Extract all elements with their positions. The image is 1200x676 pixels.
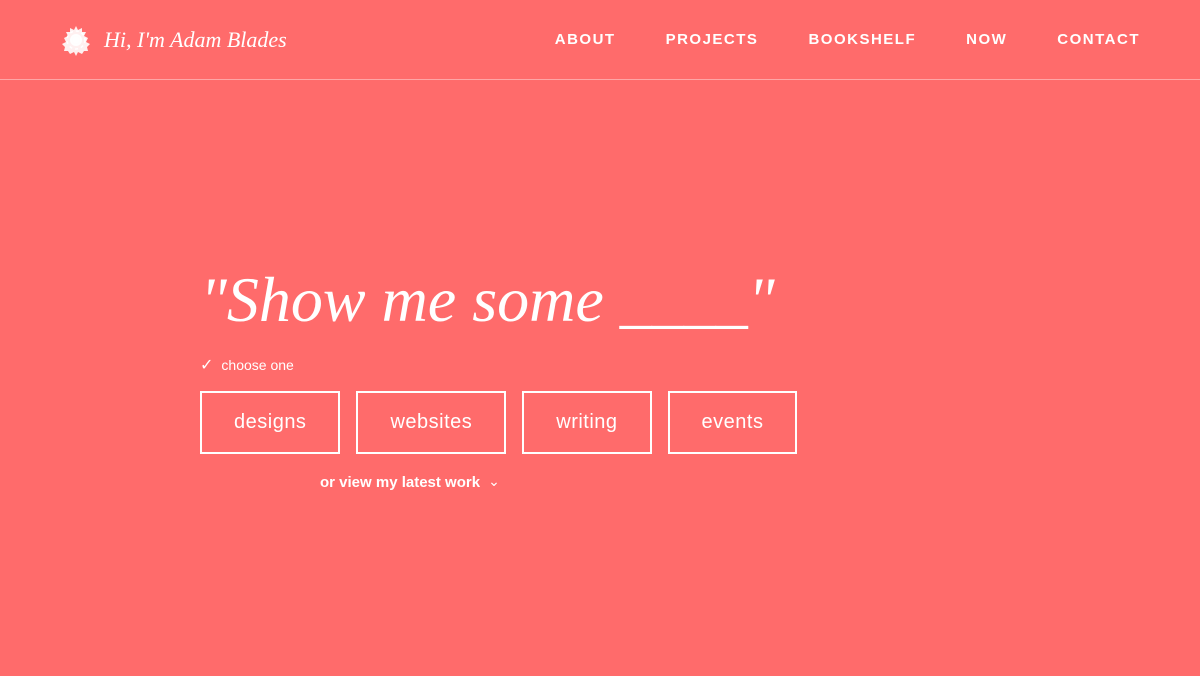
nav-item-contact[interactable]: CONTACT — [1057, 31, 1140, 48]
hero-section: "Show me some ____" ✓ choose one designs… — [0, 80, 1200, 676]
nav-item-now[interactable]: NOW — [966, 31, 1007, 48]
nav-item-bookshelf[interactable]: BOOKSHELF — [808, 31, 916, 48]
chevron-down-small-icon: ⌄ — [488, 474, 500, 491]
logo-text: Hi, I'm Adam Blades — [104, 27, 287, 53]
gear-icon — [60, 24, 92, 56]
category-button-websites[interactable]: websites — [356, 391, 506, 454]
main-nav: ABOUT PROJECTS BOOKSHELF NOW CONTACT — [555, 31, 1140, 48]
hero-headline: "Show me some ____" — [200, 265, 775, 335]
category-button-writing[interactable]: writing — [522, 391, 651, 454]
nav-item-about[interactable]: ABOUT — [555, 31, 616, 48]
latest-work-text[interactable]: or view my latest work — [320, 474, 480, 491]
latest-work-row[interactable]: or view my latest work ⌄ — [320, 474, 500, 491]
category-button-designs[interactable]: designs — [200, 391, 340, 454]
nav-item-projects[interactable]: PROJECTS — [666, 31, 759, 48]
category-button-events[interactable]: events — [668, 391, 798, 454]
chevron-down-icon: ✓ — [200, 355, 213, 375]
category-buttons: designs websites writing events — [200, 391, 797, 454]
choose-one-label: choose one — [221, 357, 293, 373]
logo-link[interactable]: Hi, I'm Adam Blades — [60, 24, 287, 56]
choose-one-row: ✓ choose one — [200, 355, 294, 375]
